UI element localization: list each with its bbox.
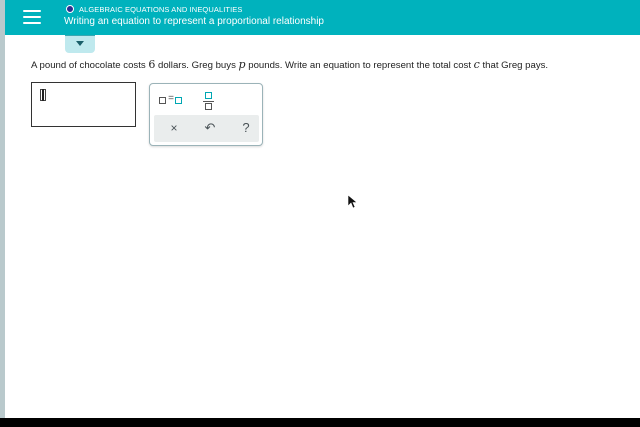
help-button[interactable]: ? [238,120,254,136]
undo-button[interactable]: ↶ [202,120,218,136]
mouse-pointer-icon [348,195,358,209]
variable-p: p [238,58,246,71]
equation-template-button[interactable]: = [159,93,187,107]
collapse-toggle-button[interactable] [65,35,95,53]
topic-dot-icon [66,5,74,13]
fraction-template-button[interactable] [202,91,216,111]
topic-row: ALGEBRAIC EQUATIONS AND INEQUALITIES [66,4,243,14]
question-text: A pound of chocolate costs 6 dollars. Gr… [31,58,549,71]
text-cursor [42,89,44,101]
lesson-title: Writing an equation to represent a propo… [64,16,324,27]
header-bar: ALGEBRAIC EQUATIONS AND INEQUALITIES Wri… [5,0,640,35]
bottom-bar [0,418,640,427]
answer-input[interactable] [31,82,136,127]
topic-label: ALGEBRAIC EQUATIONS AND INEQUALITIES [79,4,243,14]
keypad-actions-bar: × ↶ ? [154,115,259,142]
hamburger-menu-icon[interactable] [23,10,41,24]
chevron-down-icon [76,41,84,46]
math-keypad: = × ↶ ? [149,83,263,146]
clear-button[interactable]: × [166,120,182,136]
page: ALGEBRAIC EQUATIONS AND INEQUALITIES Wri… [5,0,640,418]
